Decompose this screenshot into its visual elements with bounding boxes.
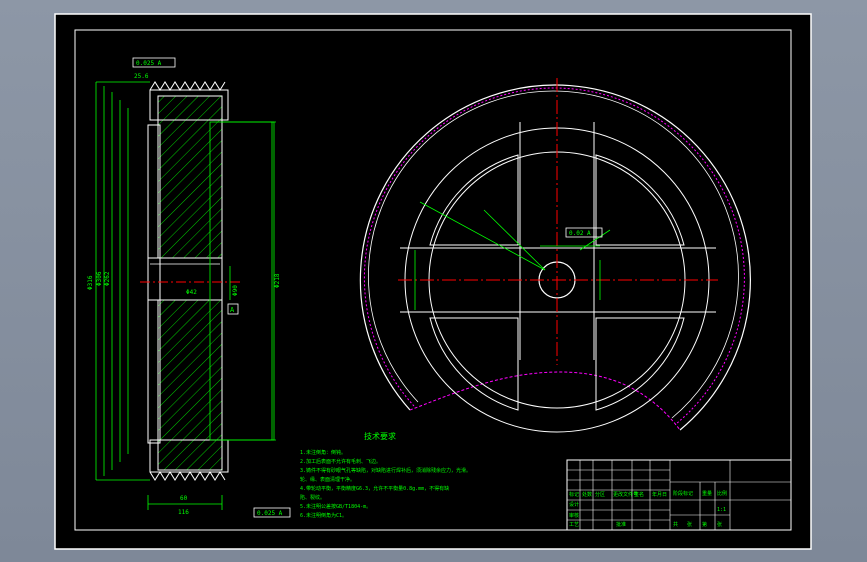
tech-req-line-5: 4.带轮动平衡，平衡精度G6.3，允许不平衡量0.8g.mm，不得有缺 [300,485,449,492]
tech-req-line-1: 1.未注倒角：倒钝。 [300,449,346,456]
tb-cell-14: 共 [673,521,678,528]
tb-cell-7: 阶段标记 [673,490,693,497]
tb-cell-11: 审核 [569,512,579,519]
tech-req-line-7: 5.未注明公差按GB/T1804-m。 [300,503,371,510]
dim-label-4: Φ218 [274,273,281,288]
cad-viewport: Φ316 Φ306 Φ262 Φ218 Φ90 Φ42 116 25.6 60 … [0,0,867,562]
tb-cell-5: 签名 [634,491,644,498]
dim-label-2: Φ306 [96,271,103,286]
tech-req-line-2: 2.加工后表面不允许有毛刺、飞边。 [300,458,381,465]
tb-cell-9: 比例 [717,490,727,497]
svg-text:0.025 A: 0.025 A [257,510,283,517]
dim-label-1: Φ316 [87,275,94,290]
dim-label-7: 116 [178,509,189,516]
tech-req-title: 技术要求 [364,431,396,441]
tech-req-line-6: 陷、裂纹。 [300,494,325,501]
dim-label-6: Φ42 [186,289,197,296]
drawing-sheet: Φ316 Φ306 Φ262 Φ218 Φ90 Φ42 116 25.6 60 … [54,13,812,550]
tb-cell-3: 分区 [595,491,605,498]
svg-text:0.025 A: 0.025 A [136,60,162,67]
tb-cell-1: 标记 [569,491,579,498]
tb-cell-8: 重量 [702,490,712,497]
tech-req-line-3: 3.铸件不得有砂眼气孔等缺陷，对缺陷进行焊补后，须消除残余应力，光滑。 [300,467,471,474]
tb-cell-12: 工艺 [569,522,579,528]
tb-cell-16: 第 [702,521,707,528]
tb-cell-18: 1:1 [717,507,726,513]
section-hatch-lower [157,299,223,471]
dim-label-9: 60 [180,495,188,502]
svg-text:0.02 A: 0.02 A [569,230,591,237]
tb-cell-2: 处数 [582,491,592,498]
tb-cell-17: 张 [717,521,722,528]
tech-req-line-8: 6.未注明倒角为C1。 [300,512,347,519]
tech-req-line-4: 轮、缘、表面清理干净。 [300,476,355,483]
dim-label-3: Φ262 [104,271,111,286]
tb-cell-6: 年月日 [652,491,667,498]
tb-cell-10: 设计 [569,501,579,508]
tb-cell-15: 张 [687,521,692,528]
dim-label-8: 25.6 [134,73,149,80]
tb-cell-13: 批准 [616,521,626,528]
dim-label-5: Φ90 [232,285,239,296]
